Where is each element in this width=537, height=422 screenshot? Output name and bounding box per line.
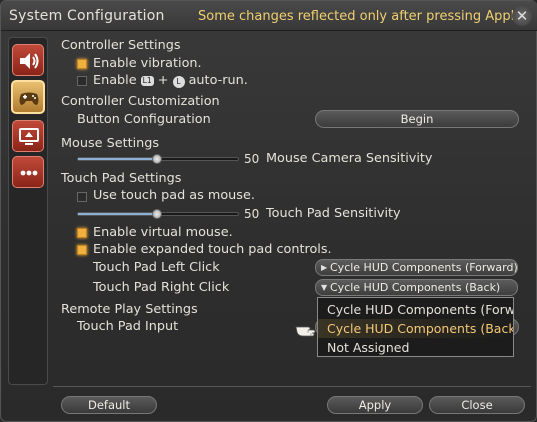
button-configuration-label: Button Configuration bbox=[77, 112, 211, 127]
use-touch-pad-as-mouse-checkbox[interactable] bbox=[77, 192, 87, 202]
controller-customization-heading: Controller Customization bbox=[61, 94, 220, 109]
sidebar-tab-display[interactable] bbox=[12, 120, 44, 152]
apply-button[interactable]: Apply bbox=[327, 396, 423, 414]
slider-fill bbox=[78, 213, 159, 215]
l1-button-icon: L1 bbox=[140, 76, 154, 86]
enable-expanded-controls-checkbox[interactable] bbox=[77, 245, 87, 255]
gamepad-icon bbox=[19, 92, 39, 105]
more-dots-icon bbox=[20, 170, 38, 176]
close-button[interactable]: Close bbox=[429, 396, 525, 414]
enable-virtual-mouse-checkbox[interactable] bbox=[77, 228, 87, 238]
touch-pad-sensitivity-label: Touch Pad Sensitivity bbox=[266, 206, 401, 221]
default-button[interactable]: Default bbox=[61, 396, 157, 414]
monitor-icon bbox=[19, 128, 39, 145]
enable-virtual-mouse-label: Enable virtual mouse. bbox=[93, 225, 233, 240]
settings-panel: Controller Settings Enable vibration. En… bbox=[53, 31, 531, 387]
auto-run-prefix: Enable bbox=[93, 73, 137, 88]
pointing-hand-icon bbox=[295, 326, 316, 337]
auto-run-suffix: auto-run. bbox=[188, 73, 248, 88]
chevron-right-icon: ▶ bbox=[321, 263, 328, 272]
auto-run-label: Enable L1 + L auto-run. bbox=[93, 73, 248, 88]
touch-pad-left-click-value: Cycle HUD Components (Forward) bbox=[330, 261, 518, 274]
remote-play-settings-heading: Remote Play Settings bbox=[61, 302, 198, 317]
slider-knob[interactable] bbox=[152, 209, 162, 219]
plus-sign: + bbox=[157, 73, 169, 88]
begin-button[interactable]: Begin bbox=[315, 110, 519, 128]
touch-pad-settings-heading: Touch Pad Settings bbox=[61, 171, 182, 186]
slider-fill bbox=[78, 158, 159, 160]
enable-expanded-controls-label: Enable expanded touch pad controls. bbox=[93, 242, 332, 257]
auto-run-checkbox[interactable] bbox=[77, 76, 87, 86]
close-x-icon[interactable]: ✕ bbox=[512, 6, 532, 26]
speaker-icon bbox=[20, 53, 39, 69]
enable-vibration-label: Enable vibration. bbox=[93, 56, 202, 71]
touch-pad-left-click-dropdown[interactable]: ▶ Cycle HUD Components (Forward) bbox=[315, 259, 518, 276]
system-configuration-window: System Configuration Some changes reflec… bbox=[0, 0, 537, 422]
chevron-down-icon: ▼ bbox=[321, 283, 328, 292]
window-title: System Configuration bbox=[9, 8, 165, 24]
mouse-camera-sensitivity-value: 50 bbox=[244, 152, 260, 166]
slider-knob[interactable] bbox=[152, 154, 162, 164]
sidebar-tab-other[interactable] bbox=[12, 156, 44, 188]
sidebar-tab-controller[interactable] bbox=[11, 80, 45, 114]
category-sidebar bbox=[8, 37, 48, 385]
sidebar-tab-sound[interactable] bbox=[12, 44, 44, 76]
dropdown-option[interactable]: Cycle HUD Components (Forward) bbox=[318, 300, 513, 319]
title-bar: System Configuration Some changes reflec… bbox=[1, 1, 537, 31]
mouse-settings-heading: Mouse Settings bbox=[61, 136, 160, 151]
dropdown-options-popup: Cycle HUD Components (Forward) Cycle HUD… bbox=[317, 297, 514, 357]
dropdown-option[interactable]: Not Assigned bbox=[318, 338, 513, 356]
touch-pad-right-click-label: Touch Pad Right Click bbox=[93, 280, 230, 295]
l-stick-icon: L bbox=[172, 76, 185, 88]
touch-pad-input-label: Touch Pad Input bbox=[77, 319, 179, 334]
footer-divider bbox=[53, 386, 531, 387]
controller-settings-heading: Controller Settings bbox=[61, 38, 181, 53]
touch-pad-sensitivity-value: 50 bbox=[244, 207, 260, 221]
apply-notice: Some changes reflected only after pressi… bbox=[198, 9, 525, 24]
touch-pad-right-click-value: Cycle HUD Components (Back) bbox=[330, 281, 501, 294]
use-touch-pad-as-mouse-label: Use touch pad as mouse. bbox=[93, 188, 255, 203]
enable-vibration-checkbox[interactable] bbox=[77, 59, 87, 69]
mouse-camera-sensitivity-label: Mouse Camera Sensitivity bbox=[266, 151, 433, 166]
touch-pad-left-click-label: Touch Pad Left Click bbox=[93, 260, 220, 275]
dropdown-option-selected[interactable]: Cycle HUD Components (Back) bbox=[318, 319, 513, 338]
touch-pad-right-click-dropdown[interactable]: ▼ Cycle HUD Components (Back) bbox=[315, 279, 518, 296]
